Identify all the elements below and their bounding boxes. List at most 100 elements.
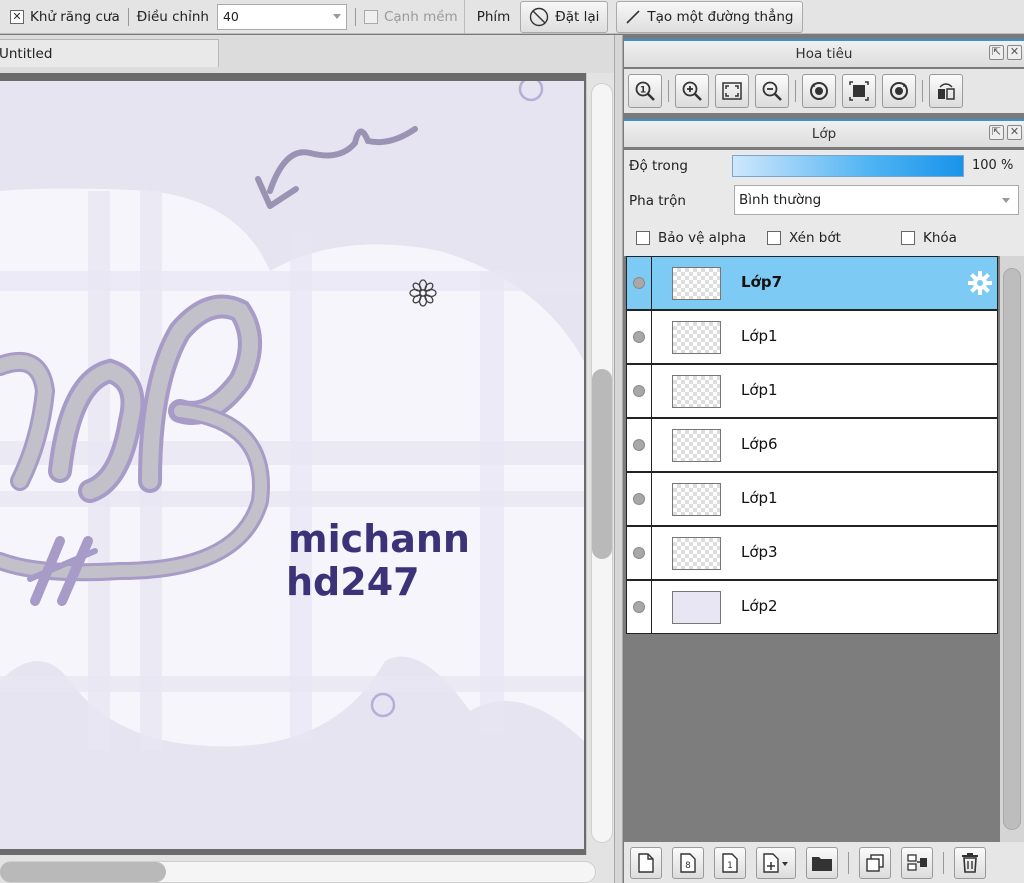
clip-option[interactable]: Xén bớt: [767, 230, 841, 246]
layer-name: Lớp1: [741, 327, 778, 345]
eye-dot-icon: [633, 601, 645, 613]
canvas-vertical-scrollbar[interactable]: [586, 73, 614, 883]
blend-mode-select[interactable]: Bình thường: [734, 185, 1019, 215]
clip-checkbox[interactable]: [767, 231, 781, 245]
new-8bit-layer-button[interactable]: 8: [672, 846, 704, 879]
lock-checkbox[interactable]: [901, 231, 915, 245]
toolbar-divider: [795, 80, 796, 102]
svg-text:8: 8: [685, 861, 691, 871]
antialias-checkbox[interactable]: ✕: [10, 9, 24, 24]
add-layer-menu-button[interactable]: [756, 846, 796, 879]
eye-dot-icon: [633, 277, 645, 289]
straight-line-button[interactable]: Tạo một đường thẳng: [616, 0, 803, 33]
layer-row[interactable]: Lớp1: [626, 310, 998, 364]
lock-label: Khóa: [923, 230, 957, 246]
layer-toolbar: 8 1: [624, 842, 1024, 883]
protect-alpha-option[interactable]: Bảo vệ alpha: [636, 230, 746, 246]
visibility-toggle[interactable]: [627, 527, 652, 579]
visibility-toggle[interactable]: [627, 365, 652, 417]
zoom-out-icon: [762, 81, 782, 101]
eye-dot-icon: [633, 547, 645, 559]
protect-alpha-label: Bảo vệ alpha: [658, 230, 747, 246]
popout-icon[interactable]: ⇱: [989, 45, 1004, 60]
opacity-label: Độ trong: [629, 158, 688, 174]
layer-name: Lớp7: [741, 273, 783, 291]
visibility-toggle[interactable]: [627, 257, 652, 309]
layer-row[interactable]: Lớp2: [626, 580, 998, 634]
layer-row[interactable]: Lớp6: [626, 418, 998, 472]
duplicate-layer-button[interactable]: [859, 846, 891, 879]
visibility-toggle[interactable]: [627, 581, 652, 633]
layers-title: Lớp: [811, 126, 837, 142]
visibility-toggle[interactable]: [627, 311, 652, 363]
visibility-toggle[interactable]: [627, 419, 652, 471]
drawing-canvas[interactable]: michann hd247: [0, 81, 584, 849]
flip-horizontal-button[interactable]: [929, 74, 963, 108]
eye-dot-icon: [633, 385, 645, 397]
layer-thumbnail: [672, 267, 721, 300]
gear-icon[interactable]: [967, 270, 993, 300]
brush-options-toolbar: ✕ Khử răng cưa Điều chỉnh 40 Cạnh mềm Ph…: [0, 0, 1024, 34]
chevron-down-icon: [332, 14, 341, 19]
visibility-toggle[interactable]: [627, 473, 652, 525]
popout-icon[interactable]: ⇱: [989, 125, 1004, 140]
soft-edge-checkbox[interactable]: [363, 9, 378, 24]
antialias-option[interactable]: ✕ Khử răng cưa: [10, 9, 120, 25]
layer-row[interactable]: Lớp7: [626, 256, 998, 310]
protect-alpha-checkbox[interactable]: [636, 231, 650, 245]
opacity-slider[interactable]: [732, 155, 964, 177]
straight-line-label: Tạo một đường thẳng: [647, 8, 794, 25]
layer-thumbnail: [672, 429, 721, 462]
scroll-thumb[interactable]: [1003, 268, 1021, 830]
close-icon[interactable]: ✕: [1007, 125, 1022, 140]
panel-splitter[interactable]: [614, 35, 623, 883]
canvas-area: michann hd247: [0, 73, 614, 883]
fit-screen-button[interactable]: [715, 74, 749, 108]
signature-line-2: hd247: [286, 560, 420, 604]
no-entry-icon: [529, 7, 549, 27]
eye-dot-icon: [633, 331, 645, 343]
document-tab[interactable]: Untitled: [0, 39, 219, 67]
scroll-thumb[interactable]: [592, 369, 612, 559]
adjust-value: 40: [222, 9, 239, 24]
rotate-right-icon: [890, 82, 908, 100]
new-1bit-layer-icon: 1: [722, 852, 738, 873]
merge-down-button[interactable]: [901, 846, 933, 879]
svg-text:1: 1: [640, 86, 646, 96]
layer-row[interactable]: Lớp1: [626, 472, 998, 526]
layer-thumbnail: [672, 321, 721, 354]
layer-row[interactable]: Lớp1: [626, 364, 998, 418]
reset-view-button[interactable]: [842, 74, 876, 108]
eye-dot-icon: [633, 493, 645, 505]
rotate-right-button[interactable]: [882, 74, 916, 108]
adjust-combo[interactable]: 40: [216, 3, 347, 30]
toolbar-divider: [943, 851, 944, 874]
scroll-thumb[interactable]: [0, 862, 166, 882]
layer-name: Lớp1: [741, 381, 778, 399]
layer-row[interactable]: Lớp3: [626, 526, 998, 580]
zoom-in-button[interactable]: [675, 74, 709, 108]
soft-edge-option[interactable]: Cạnh mềm: [363, 8, 458, 25]
layer-list-scrollbar[interactable]: [1000, 256, 1024, 842]
svg-text:1: 1: [727, 861, 733, 871]
close-icon[interactable]: ✕: [1007, 45, 1022, 60]
add-layer-menu-icon: [763, 852, 788, 873]
new-1bit-layer-button[interactable]: 1: [714, 846, 746, 879]
zoom-actual-icon: 1: [635, 81, 655, 101]
zoom-out-button[interactable]: [755, 74, 789, 108]
new-layer-button[interactable]: [630, 846, 662, 879]
reset-button[interactable]: Đặt lại: [520, 0, 609, 33]
delete-layer-button[interactable]: [954, 846, 986, 879]
canvas-horizontal-scrollbar[interactable]: [0, 855, 600, 883]
toolbar-divider: [922, 80, 923, 102]
artwork: michann hd247: [0, 81, 584, 849]
new-folder-button[interactable]: [806, 846, 838, 879]
layers-panel-header: Lớp ⇱ ✕: [624, 119, 1024, 147]
soft-edge-label: Cạnh mềm: [383, 8, 458, 25]
reset-label: Đặt lại: [555, 8, 600, 25]
rotate-left-button[interactable]: [802, 74, 836, 108]
layer-name: Lớp2: [741, 597, 778, 615]
lock-option[interactable]: Khóa: [901, 230, 957, 246]
signature-line-1: michann: [288, 517, 470, 561]
zoom-actual-button[interactable]: 1: [628, 74, 662, 108]
